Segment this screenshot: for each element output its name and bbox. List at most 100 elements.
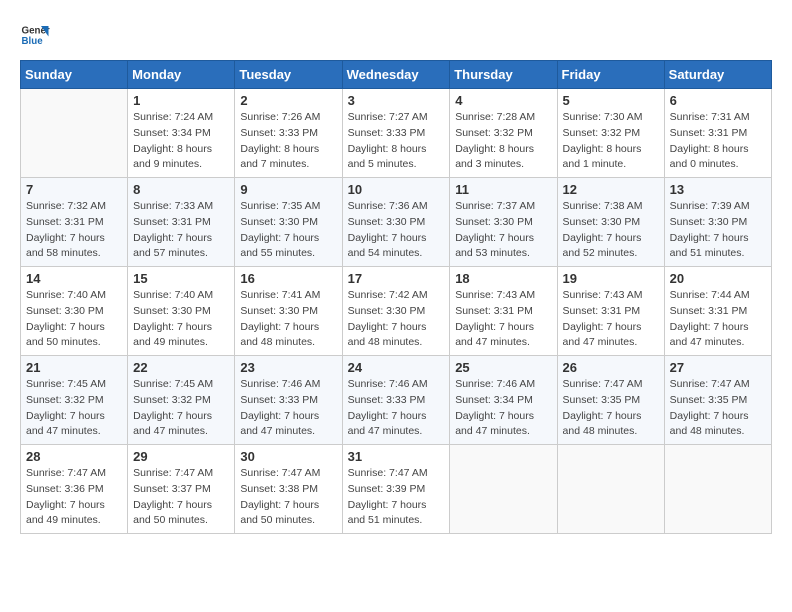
calendar-cell — [664, 445, 771, 534]
calendar-cell: 5Sunrise: 7:30 AMSunset: 3:32 PMDaylight… — [557, 89, 664, 178]
calendar-cell: 1 Sunrise: 7:24 AMSunset: 3:34 PMDaylight… — [128, 89, 235, 178]
page-header: General Blue — [20, 20, 772, 50]
calendar-cell: 17Sunrise: 7:42 AMSunset: 3:30 PMDayligh… — [342, 267, 450, 356]
day-info: Sunrise: 7:47 AMSunset: 3:35 PMDaylight:… — [670, 377, 766, 440]
day-number: 19 — [563, 271, 659, 286]
day-number: 12 — [563, 182, 659, 197]
day-number: 3 — [348, 93, 445, 108]
header-day-wednesday: Wednesday — [342, 61, 450, 89]
calendar-table: SundayMondayTuesdayWednesdayThursdayFrid… — [20, 60, 772, 534]
calendar-cell — [450, 445, 557, 534]
calendar-cell: 28 Sunrise: 7:47 AMSunset: 3:36 PMDayligh… — [21, 445, 128, 534]
calendar-cell: 19 Sunrise: 7:43 AMSunset: 3:31 PMDayligh… — [557, 267, 664, 356]
day-info: Sunrise: 7:46 AMSunset: 3:33 PMDaylight:… — [240, 377, 336, 440]
day-number: 8 — [133, 182, 229, 197]
calendar-cell: 27 Sunrise: 7:47 AMSunset: 3:35 PMDayligh… — [664, 356, 771, 445]
day-number: 1 — [133, 93, 229, 108]
day-number: 18 — [455, 271, 551, 286]
logo-icon: General Blue — [20, 20, 50, 50]
svg-text:Blue: Blue — [22, 36, 44, 47]
day-number: 14 — [26, 271, 122, 286]
calendar-cell: 13Sunrise: 7:39 AMSunset: 3:30 PMDayligh… — [664, 178, 771, 267]
day-info: Sunrise: 7:45 AMSunset: 3:32 PMDaylight:… — [26, 377, 122, 440]
day-info: Sunrise: 7:39 AMSunset: 3:30 PMDaylight:… — [670, 199, 766, 262]
day-number: 17 — [348, 271, 445, 286]
day-number: 20 — [670, 271, 766, 286]
day-info: Sunrise: 7:27 AMSunset: 3:33 PMDaylight:… — [348, 110, 445, 173]
day-number: 9 — [240, 182, 336, 197]
header-day-saturday: Saturday — [664, 61, 771, 89]
header-day-tuesday: Tuesday — [235, 61, 342, 89]
calendar-week-row: 21Sunrise: 7:45 AMSunset: 3:32 PMDayligh… — [21, 356, 772, 445]
calendar-cell — [21, 89, 128, 178]
day-info: Sunrise: 7:37 AMSunset: 3:30 PMDaylight:… — [455, 199, 551, 262]
calendar-cell: 2 Sunrise: 7:26 AMSunset: 3:33 PMDaylight… — [235, 89, 342, 178]
calendar-cell: 25 Sunrise: 7:46 AMSunset: 3:34 PMDayligh… — [450, 356, 557, 445]
day-info: Sunrise: 7:43 AMSunset: 3:31 PMDaylight:… — [455, 288, 551, 351]
calendar-cell: 4Sunrise: 7:28 AMSunset: 3:32 PMDaylight… — [450, 89, 557, 178]
day-info: Sunrise: 7:30 AMSunset: 3:32 PMDaylight:… — [563, 110, 659, 173]
day-number: 29 — [133, 449, 229, 464]
day-number: 27 — [670, 360, 766, 375]
day-info: Sunrise: 7:46 AMSunset: 3:34 PMDaylight:… — [455, 377, 551, 440]
calendar-cell: 10 Sunrise: 7:36 AMSunset: 3:30 PMDayligh… — [342, 178, 450, 267]
calendar-cell: 14 Sunrise: 7:40 AMSunset: 3:30 PMDayligh… — [21, 267, 128, 356]
day-info: Sunrise: 7:47 AMSunset: 3:39 PMDaylight:… — [348, 466, 445, 529]
day-number: 11 — [455, 182, 551, 197]
calendar-cell: 12 Sunrise: 7:38 AMSunset: 3:30 PMDayligh… — [557, 178, 664, 267]
calendar-cell: 22Sunrise: 7:45 AMSunset: 3:32 PMDayligh… — [128, 356, 235, 445]
calendar-cell: 3 Sunrise: 7:27 AMSunset: 3:33 PMDaylight… — [342, 89, 450, 178]
calendar-cell: 9Sunrise: 7:35 AMSunset: 3:30 PMDaylight… — [235, 178, 342, 267]
header-day-monday: Monday — [128, 61, 235, 89]
day-info: Sunrise: 7:43 AMSunset: 3:31 PMDaylight:… — [563, 288, 659, 351]
logo: General Blue — [20, 20, 50, 50]
calendar-cell: 26 Sunrise: 7:47 AMSunset: 3:35 PMDayligh… — [557, 356, 664, 445]
calendar-week-row: 1 Sunrise: 7:24 AMSunset: 3:34 PMDaylight… — [21, 89, 772, 178]
day-info: Sunrise: 7:46 AMSunset: 3:33 PMDaylight:… — [348, 377, 445, 440]
calendar-cell: 18 Sunrise: 7:43 AMSunset: 3:31 PMDayligh… — [450, 267, 557, 356]
calendar-cell: 7 Sunrise: 7:32 AMSunset: 3:31 PMDaylight… — [21, 178, 128, 267]
day-number: 15 — [133, 271, 229, 286]
day-number: 31 — [348, 449, 445, 464]
day-info: Sunrise: 7:47 AMSunset: 3:37 PMDaylight:… — [133, 466, 229, 529]
day-number: 28 — [26, 449, 122, 464]
calendar-week-row: 7 Sunrise: 7:32 AMSunset: 3:31 PMDaylight… — [21, 178, 772, 267]
calendar-cell: 20 Sunrise: 7:44 AMSunset: 3:31 PMDayligh… — [664, 267, 771, 356]
day-number: 10 — [348, 182, 445, 197]
day-info: Sunrise: 7:47 AMSunset: 3:35 PMDaylight:… — [563, 377, 659, 440]
day-number: 7 — [26, 182, 122, 197]
calendar-header-row: SundayMondayTuesdayWednesdayThursdayFrid… — [21, 61, 772, 89]
calendar-cell: 31 Sunrise: 7:47 AMSunset: 3:39 PMDayligh… — [342, 445, 450, 534]
day-info: Sunrise: 7:32 AMSunset: 3:31 PMDaylight:… — [26, 199, 122, 262]
day-number: 30 — [240, 449, 336, 464]
day-number: 2 — [240, 93, 336, 108]
day-info: Sunrise: 7:33 AMSunset: 3:31 PMDaylight:… — [133, 199, 229, 262]
day-number: 26 — [563, 360, 659, 375]
calendar-body: 1 Sunrise: 7:24 AMSunset: 3:34 PMDaylight… — [21, 89, 772, 534]
calendar-week-row: 14 Sunrise: 7:40 AMSunset: 3:30 PMDayligh… — [21, 267, 772, 356]
day-number: 25 — [455, 360, 551, 375]
calendar-cell: 23Sunrise: 7:46 AMSunset: 3:33 PMDayligh… — [235, 356, 342, 445]
day-info: Sunrise: 7:38 AMSunset: 3:30 PMDaylight:… — [563, 199, 659, 262]
day-info: Sunrise: 7:44 AMSunset: 3:31 PMDaylight:… — [670, 288, 766, 351]
calendar-cell: 11 Sunrise: 7:37 AMSunset: 3:30 PMDayligh… — [450, 178, 557, 267]
header-day-thursday: Thursday — [450, 61, 557, 89]
day-number: 16 — [240, 271, 336, 286]
day-info: Sunrise: 7:47 AMSunset: 3:36 PMDaylight:… — [26, 466, 122, 529]
calendar-cell: 24 Sunrise: 7:46 AMSunset: 3:33 PMDayligh… — [342, 356, 450, 445]
day-info: Sunrise: 7:47 AMSunset: 3:38 PMDaylight:… — [240, 466, 336, 529]
calendar-cell: 21Sunrise: 7:45 AMSunset: 3:32 PMDayligh… — [21, 356, 128, 445]
calendar-week-row: 28 Sunrise: 7:47 AMSunset: 3:36 PMDayligh… — [21, 445, 772, 534]
calendar-cell: 16 Sunrise: 7:41 AMSunset: 3:30 PMDayligh… — [235, 267, 342, 356]
day-info: Sunrise: 7:36 AMSunset: 3:30 PMDaylight:… — [348, 199, 445, 262]
day-info: Sunrise: 7:40 AMSunset: 3:30 PMDaylight:… — [133, 288, 229, 351]
day-number: 24 — [348, 360, 445, 375]
calendar-cell: 6Sunrise: 7:31 AMSunset: 3:31 PMDaylight… — [664, 89, 771, 178]
day-info: Sunrise: 7:41 AMSunset: 3:30 PMDaylight:… — [240, 288, 336, 351]
day-info: Sunrise: 7:24 AMSunset: 3:34 PMDaylight:… — [133, 110, 229, 173]
day-info: Sunrise: 7:40 AMSunset: 3:30 PMDaylight:… — [26, 288, 122, 351]
day-info: Sunrise: 7:26 AMSunset: 3:33 PMDaylight:… — [240, 110, 336, 173]
day-number: 6 — [670, 93, 766, 108]
calendar-cell: 8 Sunrise: 7:33 AMSunset: 3:31 PMDaylight… — [128, 178, 235, 267]
day-number: 4 — [455, 93, 551, 108]
